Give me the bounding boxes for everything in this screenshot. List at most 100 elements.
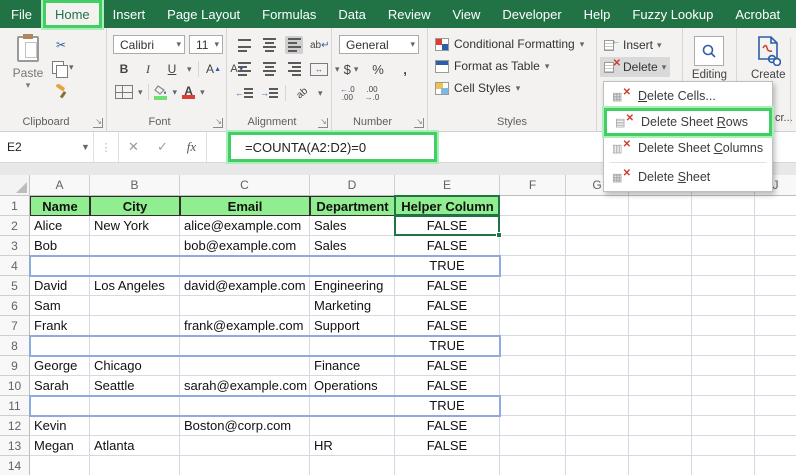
cell-D3[interactable]: Sales [310, 236, 395, 256]
cell-A12[interactable]: Kevin [30, 416, 90, 436]
cell-A4[interactable] [30, 256, 90, 276]
row-header-6[interactable]: 6 [0, 296, 30, 316]
bold-button[interactable]: B [115, 60, 133, 78]
cell-H10[interactable] [629, 376, 692, 396]
cell-H2[interactable] [629, 216, 692, 236]
row-header-2[interactable]: 2 [0, 216, 30, 236]
tab-home[interactable]: Home [42, 0, 102, 28]
cell-C5[interactable]: david@example.com [180, 276, 310, 296]
tab-help[interactable]: Help [573, 0, 622, 28]
cell-E7[interactable]: FALSE [395, 316, 500, 336]
row-header-9[interactable]: 9 [0, 356, 30, 376]
cell-A8[interactable] [30, 336, 90, 356]
cell-A10[interactable]: Sarah [30, 376, 90, 396]
cell-D2[interactable]: Sales [310, 216, 395, 236]
row-header-4[interactable]: 4 [0, 256, 30, 276]
alignment-dialog-launcher[interactable]: ↘ [318, 118, 328, 128]
percent-style-button[interactable]: % [369, 60, 387, 78]
row-header-10[interactable]: 10 [0, 376, 30, 396]
align-bottom-button[interactable] [285, 36, 303, 54]
cell-E4[interactable]: TRUE [395, 256, 500, 276]
orientation-dropdown[interactable]: ▾ [318, 88, 323, 99]
cell-D9[interactable]: Finance [310, 356, 395, 376]
cell-D13[interactable]: HR [310, 436, 395, 456]
cell-J7[interactable] [755, 316, 796, 336]
row-header-13[interactable]: 13 [0, 436, 30, 456]
number-format-combo[interactable]: General ▾ [339, 35, 419, 54]
formula-input[interactable]: =COUNTA(A2:D2)=0 [228, 132, 437, 162]
column-header-F[interactable]: F [500, 175, 566, 196]
fill-color-dropdown[interactable]: ▾ [173, 87, 178, 98]
cell-A6[interactable]: Sam [30, 296, 90, 316]
cell-D4[interactable] [310, 256, 395, 276]
enter-formula-button[interactable]: ✓ [148, 139, 177, 155]
row-header-5[interactable]: 5 [0, 276, 30, 296]
cell-G11[interactable] [566, 396, 629, 416]
cell-H8[interactable] [629, 336, 692, 356]
cell-G4[interactable] [566, 256, 629, 276]
tab-fuzzy-lookup[interactable]: Fuzzy Lookup [621, 0, 724, 28]
cell-C1[interactable]: Email [180, 196, 310, 216]
cell-G13[interactable] [566, 436, 629, 456]
cell-C6[interactable] [180, 296, 310, 316]
cut-button[interactable]: ✂ [52, 36, 70, 54]
clipboard-dialog-launcher[interactable]: ↘ [93, 118, 103, 128]
cell-G1[interactable] [566, 196, 629, 216]
cell-F5[interactable] [500, 276, 566, 296]
row-header-12[interactable]: 12 [0, 416, 30, 436]
cell-A2[interactable]: Alice [30, 216, 90, 236]
cell-C11[interactable] [180, 396, 310, 416]
create-pdf-button[interactable]: Create [751, 36, 786, 81]
cell-C13[interactable] [180, 436, 310, 456]
style-button-conditional-formatting[interactable]: Conditional Formatting ▾ [435, 33, 584, 55]
cell-H12[interactable] [629, 416, 692, 436]
cell-H13[interactable] [629, 436, 692, 456]
tab-review[interactable]: Review [377, 0, 442, 28]
font-dialog-launcher[interactable]: ↘ [213, 118, 223, 128]
insert-function-button[interactable]: fx [177, 139, 206, 155]
cell-I13[interactable] [692, 436, 755, 456]
row-header-8[interactable]: 8 [0, 336, 30, 356]
cell-I12[interactable] [692, 416, 755, 436]
cell-D10[interactable]: Operations [310, 376, 395, 396]
cell-F11[interactable] [500, 396, 566, 416]
cell-C10[interactable]: sarah@example.com [180, 376, 310, 396]
style-button-cell-styles[interactable]: Cell Styles ▾ [435, 77, 584, 99]
cell-B10[interactable]: Seattle [90, 376, 180, 396]
cell-I6[interactable] [692, 296, 755, 316]
font-name-combo[interactable]: Calibri ▾ [113, 35, 185, 54]
row-header-3[interactable]: 3 [0, 236, 30, 256]
grow-font-button[interactable]: A ▲ [205, 60, 223, 78]
cell-C14[interactable] [180, 456, 310, 475]
cell-D1[interactable]: Department [310, 196, 395, 216]
cell-H5[interactable] [629, 276, 692, 296]
cell-G7[interactable] [566, 316, 629, 336]
underline-dropdown[interactable]: ▾ [187, 64, 192, 75]
cell-F7[interactable] [500, 316, 566, 336]
cell-C7[interactable]: frank@example.com [180, 316, 310, 336]
menu-item-delete-sheet-columns[interactable]: ▥ ✕ Delete Sheet Columns [604, 136, 772, 160]
cell-D14[interactable] [310, 456, 395, 475]
cell-H11[interactable] [629, 396, 692, 416]
find-select-button[interactable] [694, 36, 724, 66]
cell-G8[interactable] [566, 336, 629, 356]
underline-button[interactable]: U [163, 60, 181, 78]
wrap-text-button[interactable]: ab ↵ [310, 36, 330, 54]
cell-H7[interactable] [629, 316, 692, 336]
cell-B12[interactable] [90, 416, 180, 436]
cell-G3[interactable] [566, 236, 629, 256]
cell-J8[interactable] [755, 336, 796, 356]
cell-E12[interactable]: FALSE [395, 416, 500, 436]
cell-H6[interactable] [629, 296, 692, 316]
number-dialog-launcher[interactable]: ↘ [414, 118, 424, 128]
cell-E10[interactable]: FALSE [395, 376, 500, 396]
cell-A13[interactable]: Megan [30, 436, 90, 456]
cell-E9[interactable]: FALSE [395, 356, 500, 376]
orientation-button[interactable]: ab [289, 80, 314, 105]
tab-developer[interactable]: Developer [491, 0, 572, 28]
cell-J14[interactable] [755, 456, 796, 475]
accounting-format-button[interactable]: $ ▾ [342, 60, 360, 78]
cell-B1[interactable]: City [90, 196, 180, 216]
cell-J3[interactable] [755, 236, 796, 256]
cell-F9[interactable] [500, 356, 566, 376]
